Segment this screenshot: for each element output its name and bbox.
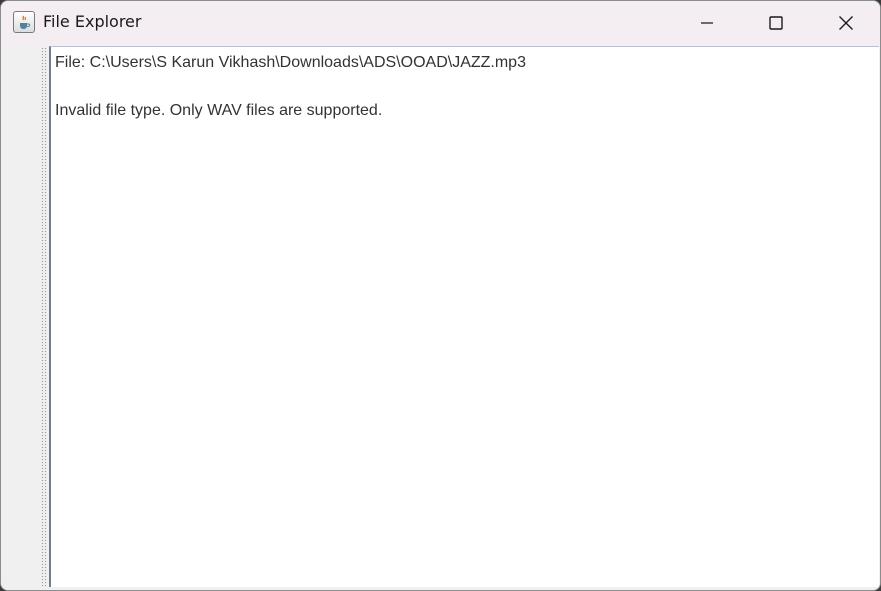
minimize-button[interactable] — [672, 1, 742, 45]
content-pane: File: C:\Users\S Karun Vikhash\Downloads… — [1, 45, 880, 590]
file-path-line: File: C:\Users\S Karun Vikhash\Downloads… — [55, 54, 526, 71]
close-icon — [839, 16, 853, 30]
close-button[interactable] — [811, 1, 880, 45]
maximize-icon — [769, 16, 783, 30]
minimize-icon — [701, 22, 713, 24]
java-cup-icon[interactable] — [13, 11, 35, 33]
output-text-area[interactable]: File: C:\Users\S Karun Vikhash\Downloads… — [49, 46, 879, 587]
title-bar[interactable]: File Explorer — [1, 1, 880, 45]
maximize-button[interactable] — [741, 1, 811, 45]
error-message-line: Invalid file type. Only WAV files are su… — [55, 102, 383, 119]
split-pane-divider[interactable] — [41, 47, 48, 587]
window-title: File Explorer — [43, 12, 142, 31]
file-explorer-window: File Explorer File: C:\Users\S Karun Vik… — [0, 0, 881, 591]
